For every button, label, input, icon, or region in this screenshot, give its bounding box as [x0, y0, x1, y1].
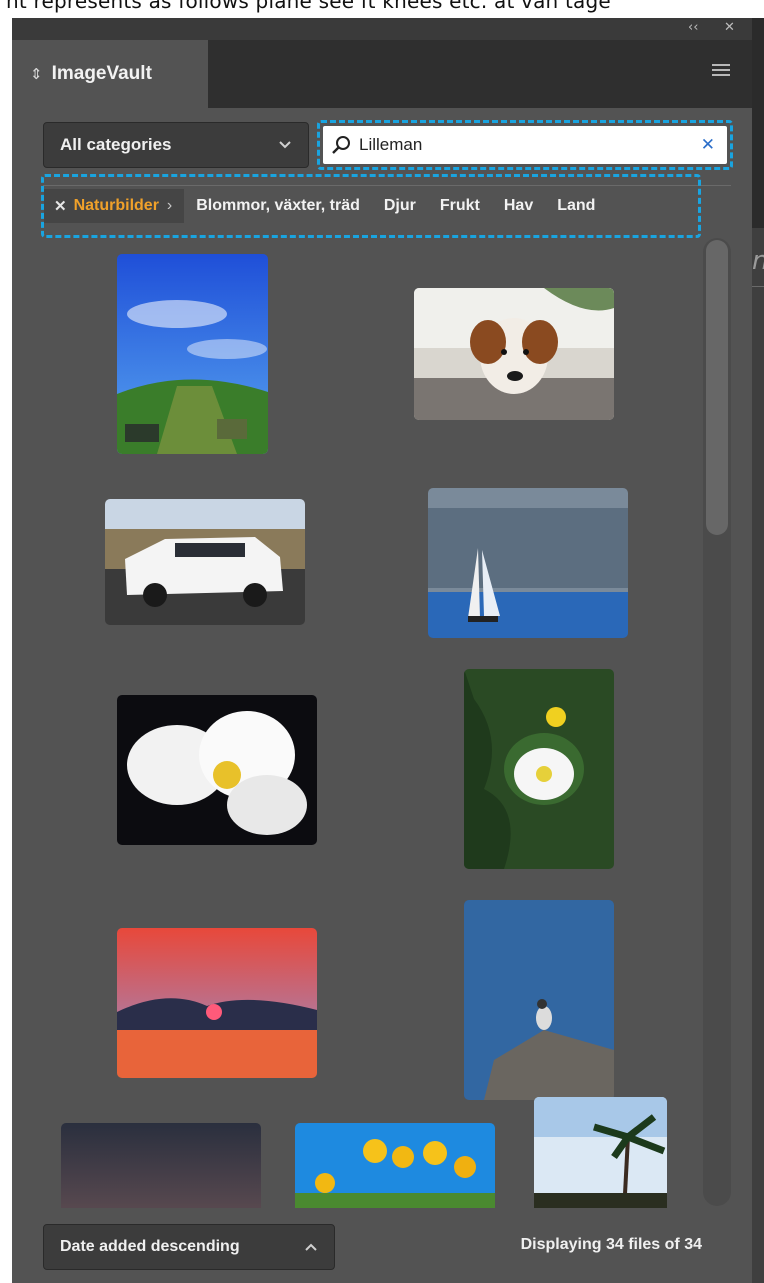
search-box[interactable]: ✕ — [323, 126, 727, 164]
search-icon — [332, 136, 350, 154]
search-focus-ring: ✕ — [317, 120, 733, 170]
collapse-icon[interactable]: ‹‹ — [688, 20, 698, 35]
right-background: n — [752, 18, 764, 1283]
scrollbar-thumb[interactable] — [706, 240, 728, 535]
category-dropdown[interactable]: All categories — [43, 122, 309, 168]
left-background — [0, 18, 12, 1283]
chevron-down-icon — [279, 141, 291, 149]
background-caption: ht represents as follows plane see ft kn… — [6, 0, 611, 13]
breadcrumb-item-djur[interactable]: Djur — [372, 197, 428, 215]
panel-title: ImageVault — [51, 63, 152, 84]
thumbnail-sunset-lake[interactable] — [117, 928, 317, 1078]
thumbnail-anemone-flower[interactable] — [464, 669, 614, 869]
sort-dropdown-label: Date added descending — [60, 1238, 240, 1255]
thumbnail-dog[interactable] — [414, 288, 614, 420]
thumbnail-sailboat-harbor[interactable] — [428, 488, 628, 638]
clear-search-icon[interactable]: ✕ — [697, 135, 719, 155]
breadcrumb-active-label: Naturbilder — [73, 197, 159, 214]
scrollbar[interactable] — [703, 238, 731, 1206]
search-input[interactable] — [359, 135, 697, 155]
breadcrumb-item-frukt[interactable]: Frukt — [428, 197, 492, 215]
background-label: n — [752, 246, 764, 276]
thumbnail-grid — [12, 240, 702, 1208]
imagevault-panel: ‹‹ ✕ ⇕ ImageVault All categories ✕ ✕ Nat… — [12, 18, 752, 1283]
thumbnail-bird-on-rock[interactable] — [464, 900, 614, 1100]
thumbnail-dark-sky[interactable] — [61, 1123, 261, 1208]
breadcrumb-item-blommor[interactable]: Blommor, växter, träd — [184, 197, 372, 215]
chevron-up-icon — [305, 1243, 317, 1251]
tab-imagevault[interactable]: ⇕ ImageVault — [12, 40, 208, 108]
breadcrumb-active-chip[interactable]: ✕ Naturbilder › — [44, 189, 185, 223]
close-icon[interactable]: ✕ — [724, 20, 735, 35]
thumbnail-white-orchids[interactable] — [117, 695, 317, 845]
thumbnail-palm-tree[interactable] — [534, 1097, 667, 1208]
panel-tabbar: ⇕ ImageVault — [12, 40, 752, 108]
remove-filter-icon[interactable]: ✕ — [54, 197, 67, 215]
sort-dropdown[interactable]: Date added descending — [43, 1224, 335, 1270]
thumbnail-landscape-hill[interactable] — [117, 254, 268, 454]
thumbnail-yellow-daffodils[interactable] — [295, 1123, 495, 1208]
breadcrumb-item-hav[interactable]: Hav — [492, 197, 545, 215]
breadcrumb-focus-ring: ✕ Naturbilder › Blommor, växter, träd Dj… — [41, 174, 701, 238]
updown-icon: ⇕ — [30, 65, 43, 83]
thumbnail-white-car[interactable] — [105, 499, 305, 625]
chevron-right-icon: › — [166, 197, 173, 214]
file-count-status: Displaying 34 files of 34 — [520, 1236, 702, 1253]
panel-menu-icon[interactable] — [712, 64, 730, 79]
breadcrumb: ✕ Naturbilder › Blommor, växter, träd Dj… — [44, 189, 607, 223]
breadcrumb-item-land[interactable]: Land — [545, 197, 607, 215]
panel-titlebar: ‹‹ ✕ — [12, 18, 752, 40]
category-dropdown-label: All categories — [60, 135, 172, 154]
